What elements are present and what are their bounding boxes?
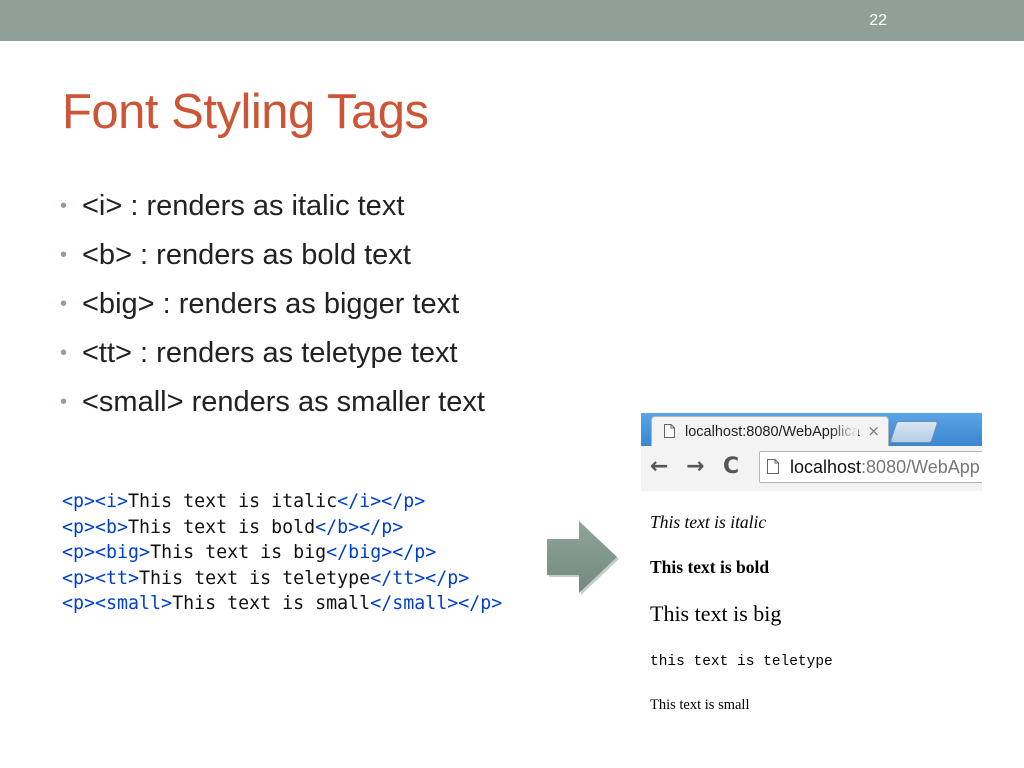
code-line: <p><tt>This text is teletype</tt></p> [62,566,502,592]
url-host: localhost [790,457,862,477]
bullet-text: <i> : renders as italic text [82,190,405,222]
browser-content: This text is italic This text is bold Th… [641,491,982,723]
browser-toolbar: ← → C localhost:8080/WebApp [641,446,982,492]
code-close-tag: </big></p> [326,542,437,563]
code-open-tag: <p><b> [62,516,129,538]
rendered-big-text: This text is big [650,601,782,626]
bullet-dot-icon: • [60,391,68,413]
bullet-text: <small> renders as smaller text [82,386,485,418]
rendered-italic-text: This text is italic [650,512,767,532]
rendered-small-text: This text is small [650,697,750,713]
bullet-dot-icon: • [60,342,68,364]
code-text: This text is bold [128,516,316,538]
page-number: 22 [869,12,887,29]
slide: 22 Font Styling Tags • <i> : renders as … [0,0,1024,768]
reload-icon[interactable]: C [723,454,739,479]
code-line: <p><small>This text is small</small></p> [62,591,502,617]
tab-strip: localhost:8080/WebApplica × [641,413,982,448]
slide-title: Font Styling Tags [62,85,429,139]
bullet-item: • <i> : renders as italic text [60,186,485,235]
code-line: <p><big>This text is big</big></p> [62,540,502,566]
code-line: <p><b>This text is bold</b></p> [62,515,502,541]
top-bar: 22 [0,0,1024,41]
bullet-text: <big> : renders as bigger text [82,288,460,320]
code-sample: <p><i>This text is italic</i></p> <p><b>… [62,489,502,617]
code-open-tag: <p><big> [62,542,151,563]
bullet-item: • <b> : renders as bold text [60,235,485,284]
code-close-tag: </i></p> [337,491,426,512]
bullet-list: • <i> : renders as italic text • <b> : r… [60,186,485,431]
bullet-item: • <small> renders as smaller text [60,382,485,431]
bullet-item: • <big> : renders as bigger text [60,284,485,333]
forward-arrow-icon[interactable]: → [686,454,704,479]
code-close-tag: </b></p> [315,516,404,538]
url-path: :8080/WebApp [861,457,980,477]
code-open-tag: <p><i> [62,491,129,512]
address-bar[interactable]: localhost:8080/WebApp [759,451,982,483]
close-icon[interactable]: × [867,422,880,440]
right-arrow-icon [547,521,619,595]
browser-tab[interactable]: localhost:8080/WebApplica × [651,416,889,448]
bullet-text: <b> : renders as bold text [82,239,411,271]
bullet-dot-icon: • [60,195,68,217]
code-text: This text is big [150,542,327,563]
bullet-item: • <tt> : renders as teletype text [60,333,485,382]
new-tab-button[interactable] [889,421,939,443]
rendered-bold-text: This text is bold [650,557,770,577]
page-icon [767,459,779,474]
bullet-dot-icon: • [60,244,68,266]
page-icon [664,424,675,438]
url-text: localhost:8080/WebApp [790,457,980,478]
rendered-teletype-text: this text is teletype [650,654,833,670]
bullet-text: <tt> : renders as teletype text [82,337,458,369]
code-line: <p><i>This text is italic</i></p> [62,489,502,515]
code-open-tag: <p><tt> [62,567,140,589]
code-open-tag: <p><small> [62,593,173,614]
code-text: This text is teletype [139,567,371,589]
code-text: This text is italic [128,491,338,512]
code-text: This text is small [172,593,371,614]
back-arrow-icon[interactable]: ← [650,454,668,479]
bullet-dot-icon: • [60,293,68,315]
code-close-tag: </tt></p> [370,567,470,589]
browser-screenshot: localhost:8080/WebApplica × ← → C localh… [641,413,982,723]
code-close-tag: </small></p> [370,593,503,614]
